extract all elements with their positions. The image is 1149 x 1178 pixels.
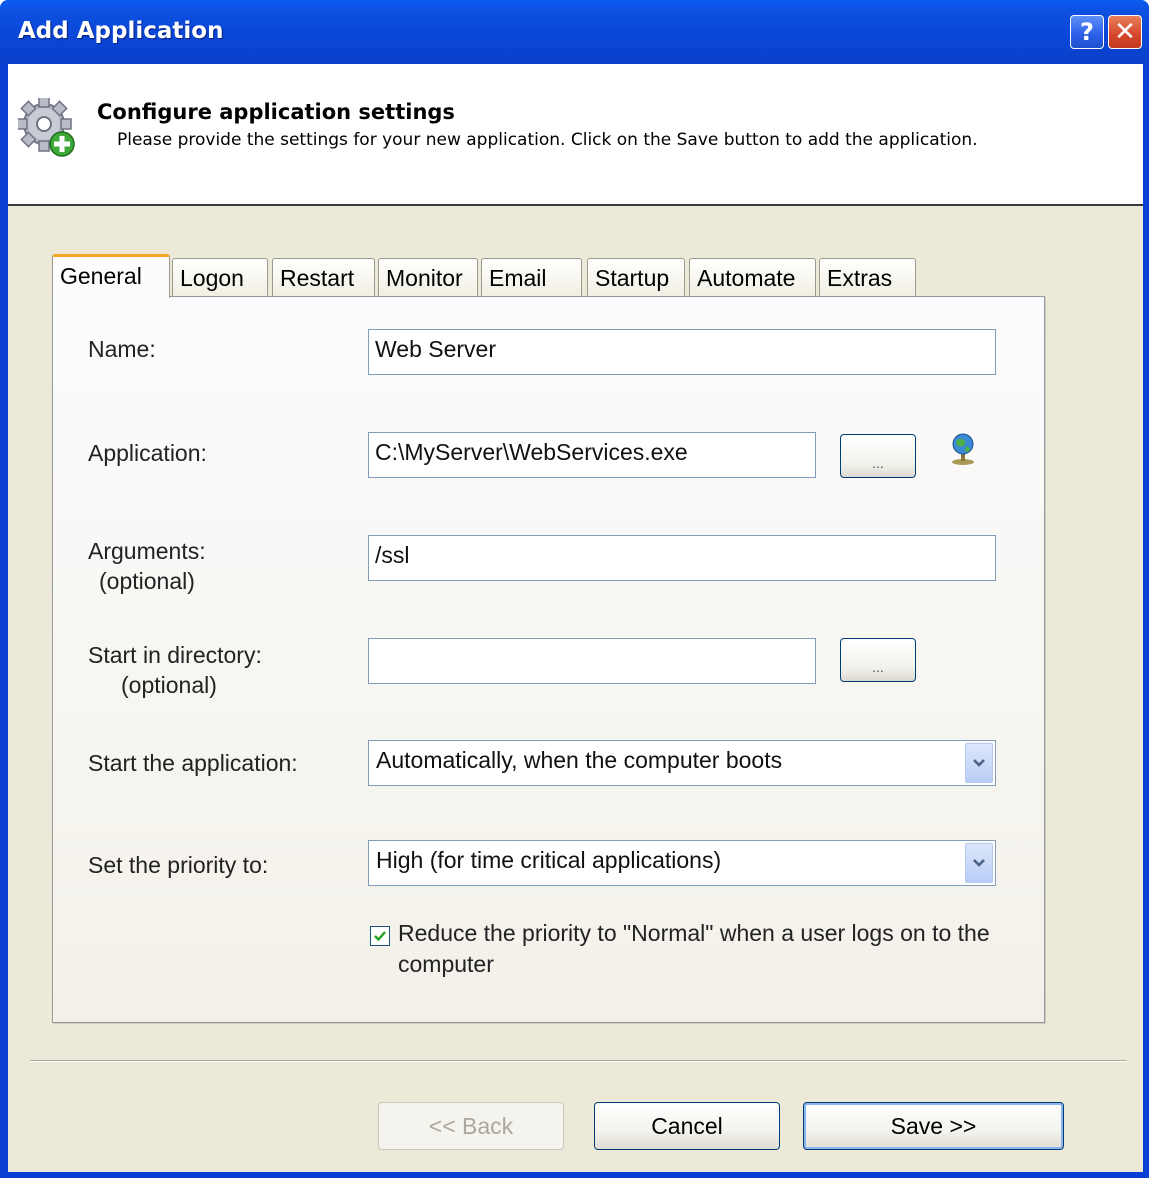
start-directory-browse-button[interactable]: ... [840,638,916,682]
close-button[interactable]: ✕ [1108,15,1142,49]
application-label: Application: [88,440,207,466]
tab-general[interactable]: General [52,254,170,298]
priority-select[interactable]: High (for time critical applications) [368,840,996,886]
chevron-down-icon[interactable] [965,843,993,883]
application-browse-button[interactable]: ... [840,434,916,478]
arguments-field[interactable]: /ssl [368,535,996,581]
tab-monitor[interactable]: Monitor [378,258,478,296]
tab-restart[interactable]: Restart [272,258,375,296]
header-title: Configure application settings [97,100,455,124]
gear-add-icon [18,98,75,157]
header-subtitle: Please provide the settings for your new… [117,130,978,150]
window-title: Add Application [18,18,224,44]
back-button[interactable]: << Back [378,1102,564,1150]
tab-email[interactable]: Email [481,258,582,296]
priority-value: High (for time critical applications) [376,847,722,873]
start-application-value: Automatically, when the computer boots [376,747,783,773]
start-directory-optional-label: (optional) [121,672,217,698]
name-field[interactable]: Web Server [368,329,996,375]
cancel-button[interactable]: Cancel [594,1102,780,1150]
reduce-priority-label[interactable]: Reduce the priority to "Normal" when a u… [398,918,998,980]
reduce-priority-checkbox[interactable] [370,926,390,946]
chevron-down-icon[interactable] [965,743,993,783]
save-button[interactable]: Save >> [803,1102,1064,1150]
start-directory-field[interactable] [368,638,816,684]
help-button[interactable]: ? [1070,15,1104,49]
start-application-label: Start the application: [88,750,298,776]
tab-logon[interactable]: Logon [172,258,268,296]
name-label: Name: [88,336,156,362]
priority-label: Set the priority to: [88,852,269,878]
dialog-header: Configure application settings Please pr… [8,64,1143,206]
tab-startup[interactable]: Startup [587,258,685,296]
application-field[interactable]: C:\MyServer\WebServices.exe [368,432,816,478]
title-bar[interactable]: Add Application ? ✕ [0,0,1149,64]
tab-automate[interactable]: Automate [689,258,816,296]
add-application-window: Add Application ? ✕ Configure applicatio… [0,0,1149,1178]
tab-extras[interactable]: Extras [819,258,916,296]
button-separator [30,1060,1127,1062]
checkmark-icon [374,931,386,942]
dialog-body: Configure application settings Please pr… [8,64,1143,1172]
arguments-optional-label: (optional) [99,568,195,594]
start-directory-label: Start in directory: [88,642,262,668]
start-application-select[interactable]: Automatically, when the computer boots [368,740,996,786]
arguments-label: Arguments: [88,538,206,564]
globe-icon [952,433,974,465]
